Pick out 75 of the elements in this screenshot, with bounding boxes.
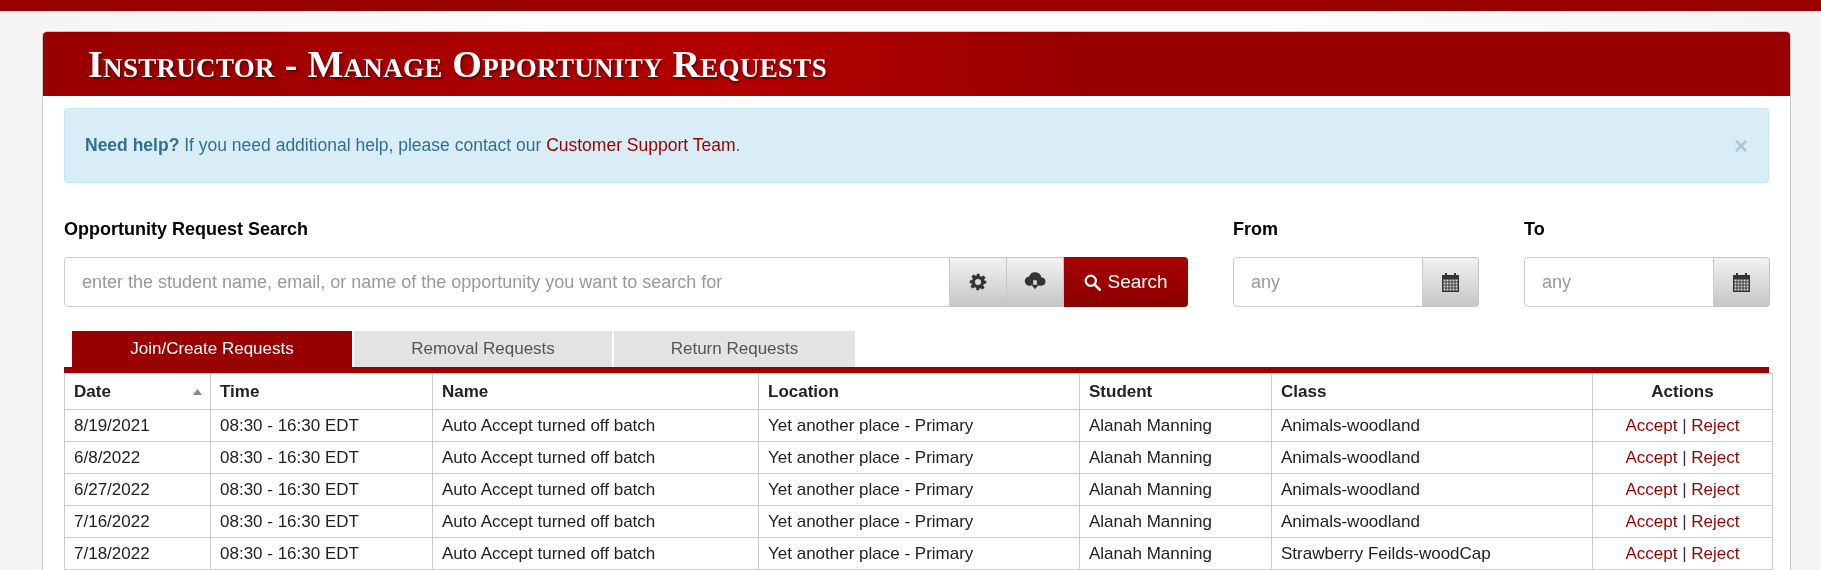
table-cell: Auto Accept turned off batch bbox=[432, 537, 759, 570]
table-cell: 8/19/2021 bbox=[64, 409, 211, 442]
column-header[interactable]: Name bbox=[432, 373, 759, 410]
search-icon bbox=[1084, 273, 1102, 291]
date-field[interactable]: any bbox=[1233, 257, 1423, 307]
table-cell: Animals-woodland bbox=[1271, 441, 1593, 474]
download-button[interactable] bbox=[1007, 257, 1065, 307]
sort-icon bbox=[193, 389, 202, 395]
table-cell: Alanah Manning bbox=[1079, 537, 1272, 570]
calendar-icon bbox=[1442, 272, 1459, 292]
table-cell: 6/8/2022 bbox=[64, 441, 211, 474]
reject-link[interactable]: Reject bbox=[1691, 511, 1740, 531]
calendar-button[interactable] bbox=[1423, 257, 1479, 307]
table-cell: Strawberry Feilds-woodCap bbox=[1271, 537, 1593, 570]
table-cell: Yet another place - Primary bbox=[758, 441, 1080, 474]
table-cell: 6/27/2022 bbox=[64, 473, 211, 506]
settings-icon bbox=[969, 273, 988, 291]
column-header[interactable]: Actions bbox=[1592, 373, 1773, 410]
accept-link[interactable]: Accept bbox=[1625, 447, 1678, 467]
table-cell: Animals-woodland bbox=[1271, 505, 1593, 538]
calendar-icon bbox=[1733, 272, 1750, 292]
separator: | bbox=[1682, 543, 1687, 563]
separator: | bbox=[1682, 415, 1687, 435]
table-cell: 08:30 - 16:30 EDT bbox=[210, 473, 433, 506]
table-cell: 08:30 - 16:30 EDT bbox=[210, 537, 433, 570]
support-link[interactable]: Customer Support Team bbox=[546, 135, 736, 155]
search-label: Opportunity Request Search bbox=[64, 219, 310, 241]
reject-link[interactable]: Reject bbox=[1691, 447, 1740, 467]
table-cell: 08:30 - 16:30 EDT bbox=[210, 441, 433, 474]
date-label: From bbox=[1233, 219, 1279, 241]
table-cell: Yet another place - Primary bbox=[758, 537, 1080, 570]
date-label: To bbox=[1524, 219, 1546, 241]
calendar-button[interactable] bbox=[1714, 257, 1770, 307]
table-cell: 08:30 - 16:30 EDT bbox=[210, 409, 433, 442]
table-cell: Auto Accept turned off batch bbox=[432, 409, 759, 442]
column-header[interactable]: Class bbox=[1271, 373, 1593, 410]
reject-link[interactable]: Reject bbox=[1691, 415, 1740, 435]
cloud-download-icon bbox=[1024, 272, 1047, 292]
table-cell: Alanah Manning bbox=[1079, 473, 1272, 506]
table-cell: 7/18/2022 bbox=[64, 537, 211, 570]
table-cell: Animals-woodland bbox=[1271, 409, 1593, 442]
accept-link[interactable]: Accept bbox=[1625, 479, 1678, 499]
table-cell: 08:30 - 16:30 EDT bbox=[210, 505, 433, 538]
table-cell: Yet another place - Primary bbox=[758, 473, 1080, 506]
column-header[interactable]: Location bbox=[758, 373, 1080, 410]
table-cell: 7/16/2022 bbox=[64, 505, 211, 538]
tab[interactable]: Return Requests bbox=[614, 331, 855, 367]
column-header[interactable]: Student bbox=[1079, 373, 1272, 410]
tab[interactable]: Join/Create Requests bbox=[72, 331, 352, 367]
table-cell: Auto Accept turned off batch bbox=[432, 441, 759, 474]
table-cell: Yet another place - Primary bbox=[758, 505, 1080, 538]
table-cell: Auto Accept turned off batch bbox=[432, 505, 759, 538]
accept-link[interactable]: Accept bbox=[1625, 543, 1678, 563]
accept-link[interactable]: Accept bbox=[1625, 511, 1678, 531]
table-cell: Alanah Manning bbox=[1079, 441, 1272, 474]
table-cell: Alanah Manning bbox=[1079, 409, 1272, 442]
column-header[interactable]: Time bbox=[210, 373, 433, 410]
search-button[interactable]: Search bbox=[1064, 257, 1188, 307]
accept-link[interactable]: Accept bbox=[1625, 415, 1678, 435]
settings-button[interactable] bbox=[950, 257, 1008, 307]
column-header[interactable]: Date bbox=[64, 373, 211, 410]
table-cell: Yet another place - Primary bbox=[758, 409, 1080, 442]
date-field[interactable]: any bbox=[1524, 257, 1714, 307]
search-field[interactable]: enter the student name, email, or name of the opportunity you want to search for bbox=[64, 257, 951, 307]
separator: | bbox=[1682, 479, 1687, 499]
reject-link[interactable]: Reject bbox=[1691, 543, 1740, 563]
help-message: Need help? If you need additional help, please contact our Customer Support Team. bbox=[85, 135, 741, 156]
page-title: Instructor - Manage Opportunity Requests bbox=[88, 42, 827, 86]
reject-link[interactable]: Reject bbox=[1691, 479, 1740, 499]
table-cell: Animals-woodland bbox=[1271, 473, 1593, 506]
tab[interactable]: Removal Requests bbox=[354, 331, 612, 367]
table-cell: Alanah Manning bbox=[1079, 505, 1272, 538]
separator: | bbox=[1682, 447, 1687, 467]
table-cell: Auto Accept turned off batch bbox=[432, 473, 759, 506]
separator: | bbox=[1682, 511, 1687, 531]
